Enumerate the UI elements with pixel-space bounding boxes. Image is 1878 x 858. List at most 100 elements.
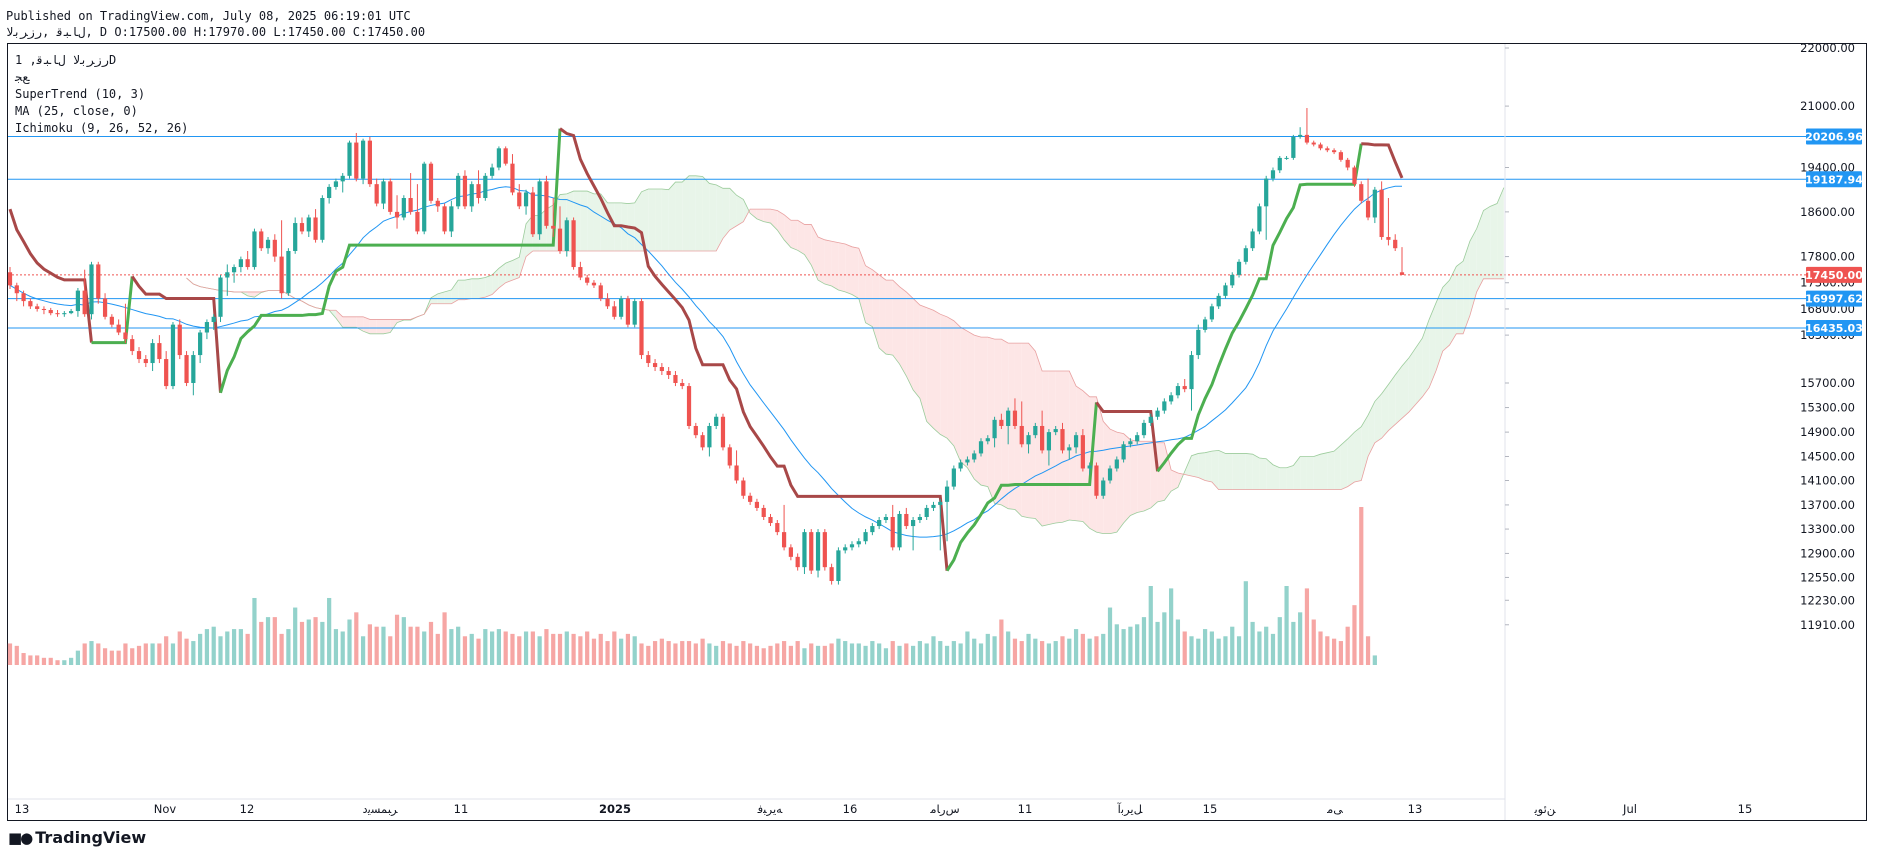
volume-bar (1331, 638, 1337, 665)
candle-body (1393, 239, 1398, 249)
volume-bar (1053, 641, 1058, 665)
cloud-segment (899, 286, 907, 377)
x-tick-label: Jul (1622, 802, 1637, 816)
tradingview-logo-icon: ■● (8, 828, 33, 847)
volume-bar (931, 636, 936, 665)
candle-body (184, 355, 189, 383)
candle-body (286, 250, 291, 294)
volume-bar (795, 641, 800, 665)
volume-bar (1311, 619, 1316, 665)
candle-body (96, 264, 101, 299)
tradingview-logo[interactable]: ■● TradingView (8, 828, 146, 847)
candle-body (102, 298, 108, 317)
candle-body (442, 206, 447, 232)
candle-body (646, 355, 651, 364)
volume-bar (48, 657, 53, 665)
candle-body (1155, 410, 1160, 417)
candle-body (1189, 355, 1194, 390)
candle-body (1182, 386, 1187, 390)
candle-body (815, 532, 821, 571)
cloud-segment (1259, 457, 1267, 490)
candle-body (449, 206, 454, 232)
candle-body (408, 198, 413, 212)
x-tick-label: 13 (1408, 802, 1423, 816)
candle-body (483, 175, 488, 199)
volume-bar (1040, 641, 1045, 665)
price-label-text: 16435.03 (1805, 322, 1863, 335)
cloud-segment (478, 277, 486, 299)
candle-body (116, 324, 121, 333)
candle-body (517, 192, 522, 207)
volume-bar (428, 621, 434, 665)
x-tick-label: 12 (240, 802, 255, 816)
volume-bar (904, 643, 909, 665)
cloud-segment (736, 195, 744, 226)
price-chart[interactable]: 22000.0021000.0019400.0018600.0017800.00… (0, 0, 1878, 858)
volume-bar (143, 643, 148, 665)
volume-bar (659, 638, 664, 665)
candle-body (693, 425, 698, 436)
volume-bar (449, 629, 454, 665)
legend-ma[interactable]: MA (25, close, 0) (15, 103, 188, 120)
cloud-segment (981, 337, 988, 487)
volume-bar (415, 626, 420, 665)
volume-bar (938, 641, 943, 665)
candle-body (435, 200, 440, 207)
candle-body (836, 550, 841, 582)
candle-body (456, 175, 461, 207)
volume-bar (1243, 581, 1248, 665)
cloud-segment (1334, 445, 1341, 490)
candle-body (1135, 435, 1140, 442)
volume-bar (1060, 636, 1065, 665)
volume-bar (727, 643, 732, 665)
legend-ichimoku[interactable]: Ichimoku (9, 26, 52, 26) (15, 120, 188, 137)
legend-supertrend[interactable]: SuperTrend (10, 3) (15, 86, 188, 103)
candle-body (313, 217, 318, 240)
volume-bar (476, 638, 481, 665)
candle-body (279, 256, 284, 294)
x-tick-label: 2025 (599, 802, 631, 816)
volume-bar (14, 645, 19, 665)
candle-body (659, 367, 664, 372)
volume-bar (1073, 629, 1079, 665)
cloud-segment (831, 241, 839, 290)
x-tick-label: ﺮﺒﻤﺴﯾﺩ (362, 802, 398, 817)
candle-body (843, 547, 848, 551)
cloud-segment (838, 242, 846, 292)
cloud-segment (505, 260, 513, 283)
cloud-segment (892, 280, 900, 365)
cloud-segment (1306, 456, 1314, 490)
candle-body (320, 198, 325, 240)
volume-bar (1257, 631, 1262, 665)
volume-bar (1107, 607, 1113, 665)
cloud-segment (1395, 366, 1402, 425)
candle-body (367, 140, 372, 185)
volume-bar (279, 633, 284, 665)
candle-body (1026, 435, 1031, 445)
y-tick-label: 12550.00 (1800, 570, 1855, 584)
volume-bar (184, 638, 189, 665)
cloud-segment (458, 280, 465, 300)
cloud-segment (464, 278, 472, 300)
volume-bar (999, 619, 1004, 665)
volume-bar (469, 633, 474, 665)
candle-body (904, 513, 909, 527)
candle-body (1040, 425, 1045, 451)
supertrend-segment (8, 208, 93, 343)
y-tick-label: 21000.00 (1800, 99, 1855, 113)
volume-bar (551, 633, 556, 665)
cloud-segment (913, 298, 920, 399)
y-tick-label: 14900.00 (1800, 425, 1855, 439)
cloud-segment (1164, 442, 1172, 501)
volume-bar (775, 643, 780, 665)
volume-bar (1270, 633, 1276, 665)
candle-body (347, 142, 352, 176)
volume-bar (1046, 643, 1052, 665)
candle-body (503, 148, 508, 164)
volume-bar (890, 641, 895, 665)
volume-bar (822, 645, 827, 665)
candle-body (381, 181, 386, 204)
candle-body (1073, 435, 1079, 448)
cloud-segment (1225, 453, 1233, 490)
candle-body (1148, 416, 1153, 423)
